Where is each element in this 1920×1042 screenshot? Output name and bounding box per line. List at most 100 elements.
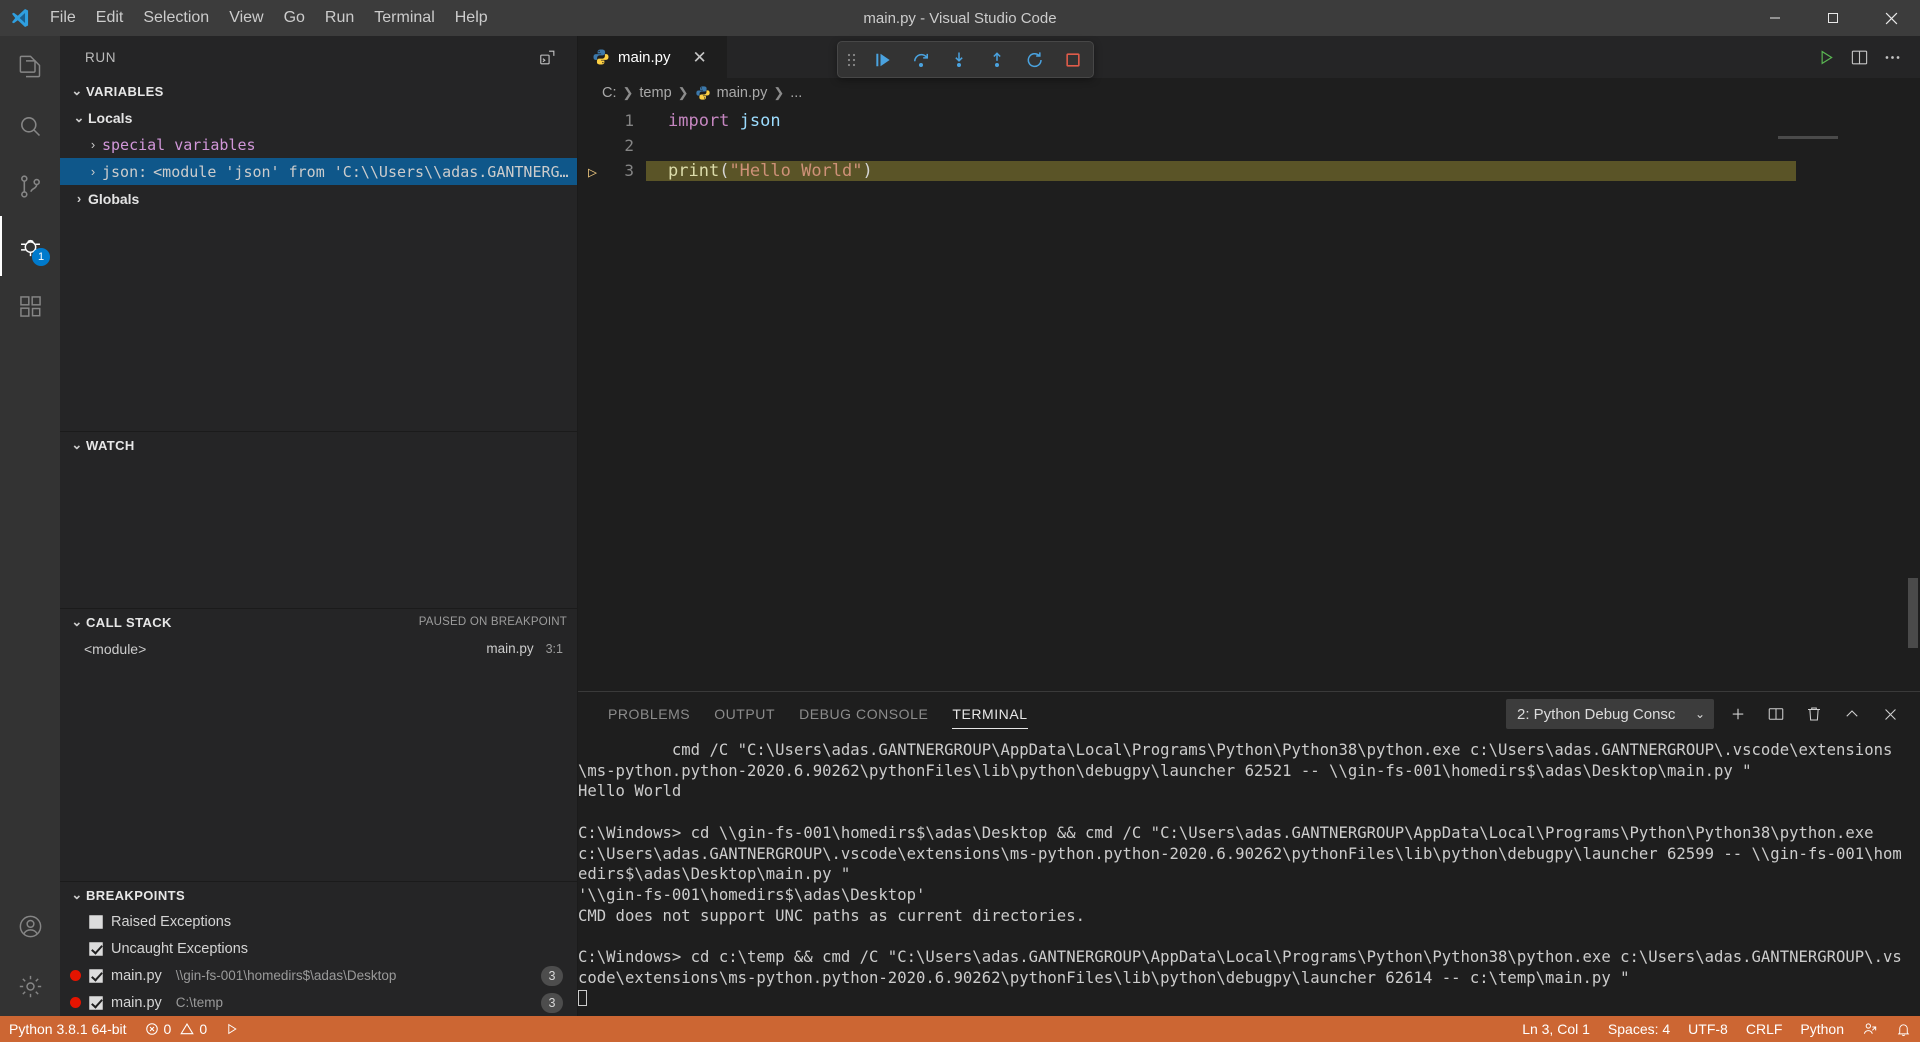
breakpoints-list: Raised Exceptions Uncaught Exceptions ma… [60, 908, 577, 1016]
status-eol[interactable]: CRLF [1737, 1016, 1792, 1042]
breakpoint-row-uncaught-exceptions[interactable]: Uncaught Exceptions [60, 935, 577, 962]
status-bar-right: Ln 3, Col 1 Spaces: 4 UTF-8 CRLF Python [1513, 1016, 1920, 1042]
variables-scope-locals[interactable]: ⌄ Locals [60, 104, 577, 131]
run-icon [225, 1022, 239, 1036]
run-icon[interactable] [1817, 48, 1836, 67]
terminal-line: '\\gin-fs-001\homedirs$\adas\Desktop' [578, 885, 1910, 906]
status-run-python-file[interactable] [216, 1016, 248, 1042]
code-editor[interactable]: 1 import json 2 ▷ 3 print("Hello World") [578, 108, 1920, 691]
menu-item-run[interactable]: Run [315, 0, 364, 36]
activitybar-item-manage[interactable] [0, 956, 60, 1016]
breadcrumb-item-drive[interactable]: C: [602, 85, 617, 101]
terminal-output[interactable]: cmd /C "C:\Users\adas.GANTNERGROUP\AppDa… [578, 736, 1920, 1016]
menu-item-terminal[interactable]: Terminal [364, 0, 444, 36]
breakpoint-row-main-py-desktop[interactable]: main.py \\gin-fs-001\homedirs$\adas\Desk… [60, 962, 577, 989]
menu-item-go[interactable]: Go [274, 0, 315, 36]
breadcrumb-item-file[interactable]: main.py [717, 85, 768, 101]
editor-scroll-thumb[interactable] [1908, 578, 1918, 648]
breakpoint-row-main-py-temp[interactable]: main.py C:\temp 3 [60, 989, 577, 1016]
activitybar-item-run-and-debug[interactable]: 1 [0, 216, 60, 276]
minimize-button[interactable] [1746, 0, 1804, 36]
tab-debug-console[interactable]: DEBUG CONSOLE [787, 692, 940, 736]
close-button[interactable] [1862, 0, 1920, 36]
minimap-slider[interactable] [1778, 136, 1838, 139]
tab-output[interactable]: OUTPUT [702, 692, 787, 736]
status-notifications[interactable] [1887, 1016, 1920, 1042]
variable-row-special-variables[interactable]: › special variables [60, 131, 577, 158]
split-terminal-button[interactable] [1762, 700, 1790, 728]
status-language-mode[interactable]: Python [1791, 1016, 1853, 1042]
breakpoint-path: C:\temp [176, 995, 223, 1010]
close-panel-button[interactable] [1876, 700, 1904, 728]
restart-button[interactable] [1016, 41, 1054, 78]
call-stack-list: <module> main.py 3:1 [60, 635, 577, 881]
activitybar-item-accounts[interactable] [0, 896, 60, 956]
step-over-button[interactable] [902, 41, 940, 78]
menu-label: File [50, 9, 76, 26]
status-python-interpreter[interactable]: Python 3.8.1 64-bit [0, 1016, 136, 1042]
breadcrumb: C: ❯ temp ❯ main.py ❯ ... [578, 78, 1920, 108]
status-problems[interactable]: 0 0 [136, 1016, 217, 1042]
breadcrumb-item-folder[interactable]: temp [639, 85, 671, 101]
section-header-variables[interactable]: ⌄ VARIABLES [60, 78, 577, 104]
kill-terminal-button[interactable] [1800, 700, 1828, 728]
activitybar-item-extensions[interactable] [0, 276, 60, 336]
close-icon[interactable]: ✕ [693, 49, 707, 66]
activitybar-item-search[interactable] [0, 96, 60, 156]
menu-item-view[interactable]: View [219, 0, 273, 36]
grip-icon[interactable] [838, 52, 864, 68]
variable-row-json[interactable]: › json: <module 'json' from 'C:\\Users\\… [60, 158, 577, 185]
tab-problems[interactable]: PROBLEMS [596, 692, 702, 736]
breakpoint-checkbox[interactable] [89, 969, 103, 983]
maximize-button[interactable] [1804, 0, 1862, 36]
chevron-right-icon: › [84, 137, 102, 152]
section-header-breakpoints[interactable]: ⌄ BREAKPOINTS [60, 882, 577, 908]
call-stack-status: PAUSED ON BREAKPOINT [419, 616, 577, 628]
menu-item-edit[interactable]: Edit [86, 0, 134, 36]
split-editor-icon[interactable] [1850, 48, 1869, 67]
step-out-button[interactable] [978, 41, 1016, 78]
editor-tabs: main.py ✕ [578, 36, 1920, 78]
maximize-panel-button[interactable] [1838, 700, 1866, 728]
breakpoint-label: Raised Exceptions [111, 914, 231, 930]
call-stack-frame-name: <module> [84, 641, 146, 657]
status-live-share[interactable] [1853, 1016, 1887, 1042]
breakpoint-checkbox[interactable] [89, 915, 103, 929]
breadcrumb-item-symbols[interactable]: ... [790, 85, 802, 101]
breakpoint-row-raised-exceptions[interactable]: Raised Exceptions [60, 908, 577, 935]
new-terminal-button[interactable] [1724, 700, 1752, 728]
tab-terminal[interactable]: TERMINAL [940, 692, 1039, 736]
status-encoding[interactable]: UTF-8 [1679, 1016, 1737, 1042]
debug-toolbar[interactable] [837, 41, 1094, 78]
breakpoint-dot-icon [70, 970, 81, 981]
code-line-3: ▷ 3 print("Hello World") [578, 158, 1920, 183]
section-header-watch[interactable]: ⌄ WATCH [60, 432, 577, 458]
status-cursor-position[interactable]: Ln 3, Col 1 [1513, 1016, 1599, 1042]
editor-scrollbar[interactable] [1906, 108, 1920, 691]
menu-item-help[interactable]: Help [445, 0, 498, 36]
call-stack-row[interactable]: <module> main.py 3:1 [60, 635, 577, 662]
open-debug-console-icon[interactable] [538, 48, 557, 67]
terminal-selector[interactable]: 2: Python Debug Consc ⌄ [1506, 699, 1714, 729]
cursor-position-label: Ln 3, Col 1 [1522, 1021, 1590, 1037]
tab-main-py[interactable]: main.py ✕ [578, 36, 728, 78]
activitybar-item-source-control[interactable] [0, 156, 60, 216]
breakpoint-checkbox[interactable] [89, 942, 103, 956]
stop-button[interactable] [1054, 41, 1092, 78]
status-indentation[interactable]: Spaces: 4 [1599, 1016, 1679, 1042]
breakpoint-checkbox[interactable] [89, 996, 103, 1010]
activitybar-item-explorer[interactable] [0, 36, 60, 96]
search-icon [17, 113, 44, 140]
menu-item-selection[interactable]: Selection [133, 0, 219, 36]
continue-button[interactable] [864, 41, 902, 78]
step-into-button[interactable] [940, 41, 978, 78]
breakpoint-label: Uncaught Exceptions [111, 941, 248, 957]
variable-name: json: [102, 163, 147, 181]
menu-item-file[interactable]: File [40, 0, 86, 36]
variables-scope-globals[interactable]: › Globals [60, 185, 577, 212]
debug-badge: 1 [32, 248, 50, 266]
section-header-call-stack[interactable]: ⌄ CALL STACK PAUSED ON BREAKPOINT [60, 609, 577, 635]
activity-bar: 1 [0, 36, 60, 1016]
variables-list: ⌄ Locals › special variables › json: <mo… [60, 104, 577, 212]
ellipsis-icon[interactable] [1883, 48, 1902, 67]
